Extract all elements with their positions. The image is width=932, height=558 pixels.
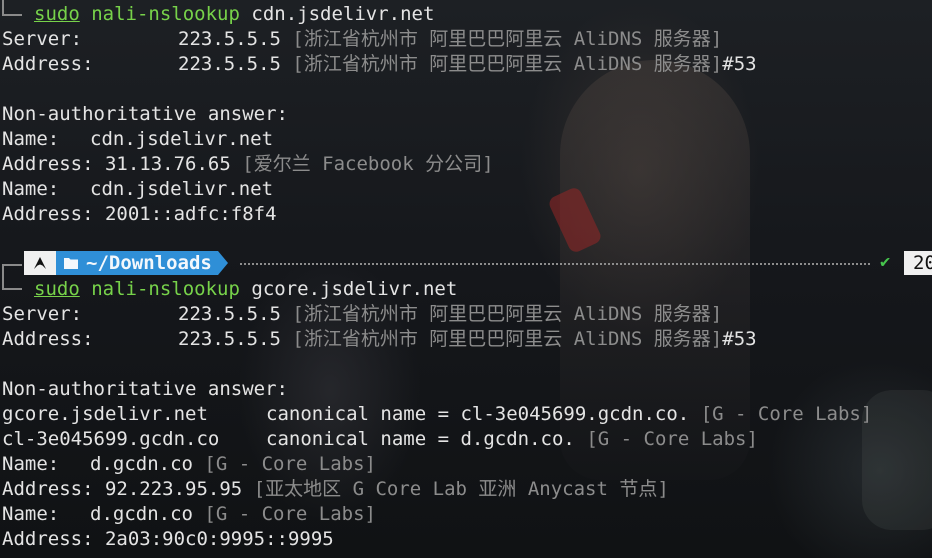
server-label: Server:	[2, 303, 83, 325]
record-label: Address:	[2, 478, 94, 500]
record-label: Name:	[2, 128, 60, 150]
prompt-connector	[2, 276, 22, 290]
cwd-segment: ~/Downloads	[56, 251, 218, 275]
server-geo: [浙江省杭州市 阿里巴巴阿里云 AliDNS 服务器]	[292, 303, 723, 325]
segment-separator	[217, 251, 228, 275]
canonical-host: cl-3e045699.gcdn.co	[2, 428, 220, 450]
record-line: Address: 2001::adfc:f8f4	[2, 202, 277, 227]
command-line-2: sudo nali-nslookup gcore.jsdelivr.net	[34, 277, 457, 302]
record-value: 92.223.95.95	[104, 478, 243, 500]
address-line: Address: 223.5.5.5 [浙江省杭州市 阿里巴巴阿里云 AliDNS…	[2, 327, 757, 352]
prompt-filler	[240, 263, 870, 265]
record-line: Address: 31.13.76.65 [爱尔兰 Facebook 分公司]	[2, 152, 494, 177]
record-line: Name: d.gcdn.co [G - Core Labs]	[2, 502, 376, 527]
record-line: Name: cdn.jsdelivr.net	[2, 177, 273, 202]
record-geo: [G - Core Labs]	[204, 453, 376, 475]
time-segment: 20	[904, 251, 932, 275]
server-label: Server:	[2, 28, 83, 50]
record-geo: [亚太地区 G Core Lab 亚洲 Anycast 节点]	[253, 478, 669, 500]
record-label: Address:	[2, 203, 94, 225]
record-label: Address:	[2, 153, 94, 175]
record-value: cdn.jsdelivr.net	[90, 178, 274, 200]
non-authoritative-heading: Non-authoritative answer:	[2, 103, 288, 125]
record-label: Name:	[2, 178, 60, 200]
non-authoritative-heading: Non-authoritative answer:	[2, 378, 288, 400]
record-value: d.gcdn.co	[90, 453, 193, 475]
record-label: Name:	[2, 453, 60, 475]
arch-linux-icon	[24, 251, 56, 275]
record-line: Name: d.gcdn.co [G - Core Labs]	[2, 452, 376, 477]
folder-icon	[64, 252, 78, 274]
record-label: Name:	[2, 503, 60, 525]
canonical-line: cl-3e045699.gcdn.co canonical name = d.gc…	[2, 427, 758, 452]
sudo-keyword: sudo	[34, 3, 80, 25]
address-label: Address:	[2, 53, 94, 75]
record-line: Address: 92.223.95.95 [亚太地区 G Core Lab 亚…	[2, 477, 669, 502]
checkmark-icon: ✔	[880, 252, 891, 272]
record-label: Address:	[2, 528, 94, 550]
address-geo: [浙江省杭州市 阿里巴巴阿里云 AliDNS 服务器]	[292, 328, 723, 350]
record-value: 31.13.76.65	[104, 153, 231, 175]
prompt-bar: ~/Downloads	[24, 251, 228, 275]
command-argument: gcore.jsdelivr.net	[251, 278, 458, 300]
canonical-host: gcore.jsdelivr.net	[2, 403, 208, 425]
record-line: Name: cdn.jsdelivr.net	[2, 127, 273, 152]
address-ip: 223.5.5.5	[178, 53, 281, 75]
record-value: d.gcdn.co	[90, 503, 193, 525]
record-line: Address: 2a03:90c0:9995::9995	[2, 527, 334, 552]
server-ip: 223.5.5.5	[178, 28, 281, 50]
sudo-keyword: sudo	[34, 278, 80, 300]
command-name: nali-nslookup	[91, 3, 240, 25]
record-geo: [G - Core Labs]	[204, 503, 376, 525]
canonical-line: gcore.jsdelivr.net canonical name = cl-3e…	[2, 402, 872, 427]
canonical-text: canonical name = d.gcdn.co.	[266, 428, 575, 450]
record-value: 2001::adfc:f8f4	[104, 203, 277, 225]
server-ip: 223.5.5.5	[178, 303, 281, 325]
canonical-text: canonical name = cl-3e045699.gcdn.co.	[266, 403, 690, 425]
prompt-connector	[2, 0, 22, 16]
address-line: Address: 223.5.5.5 [浙江省杭州市 阿里巴巴阿里云 AliDNS…	[2, 52, 757, 77]
address-geo: [浙江省杭州市 阿里巴巴阿里云 AliDNS 服务器]	[292, 53, 723, 75]
address-port: #53	[722, 53, 757, 75]
canonical-geo: [G - Core Labs]	[700, 403, 873, 425]
command-argument: cdn.jsdelivr.net	[251, 3, 435, 25]
record-value: cdn.jsdelivr.net	[90, 128, 274, 150]
command-line-1: sudo nali-nslookup cdn.jsdelivr.net	[34, 2, 434, 27]
terminal-output[interactable]: sudo nali-nslookup cdn.jsdelivr.net Serv…	[0, 0, 932, 558]
canonical-geo: [G - Core Labs]	[586, 428, 758, 450]
address-ip: 223.5.5.5	[178, 328, 281, 350]
record-value: 2a03:90c0:9995::9995	[104, 528, 334, 550]
address-label: Address:	[2, 328, 94, 350]
record-geo: [爱尔兰 Facebook 分公司]	[242, 153, 494, 175]
command-name: nali-nslookup	[91, 278, 240, 300]
server-line: Server: 223.5.5.5 [浙江省杭州市 阿里巴巴阿里云 AliDNS …	[2, 27, 722, 52]
address-port: #53	[722, 328, 757, 350]
server-line: Server: 223.5.5.5 [浙江省杭州市 阿里巴巴阿里云 AliDNS …	[2, 302, 722, 327]
current-directory: ~/Downloads	[86, 252, 212, 274]
server-geo: [浙江省杭州市 阿里巴巴阿里云 AliDNS 服务器]	[292, 28, 723, 50]
